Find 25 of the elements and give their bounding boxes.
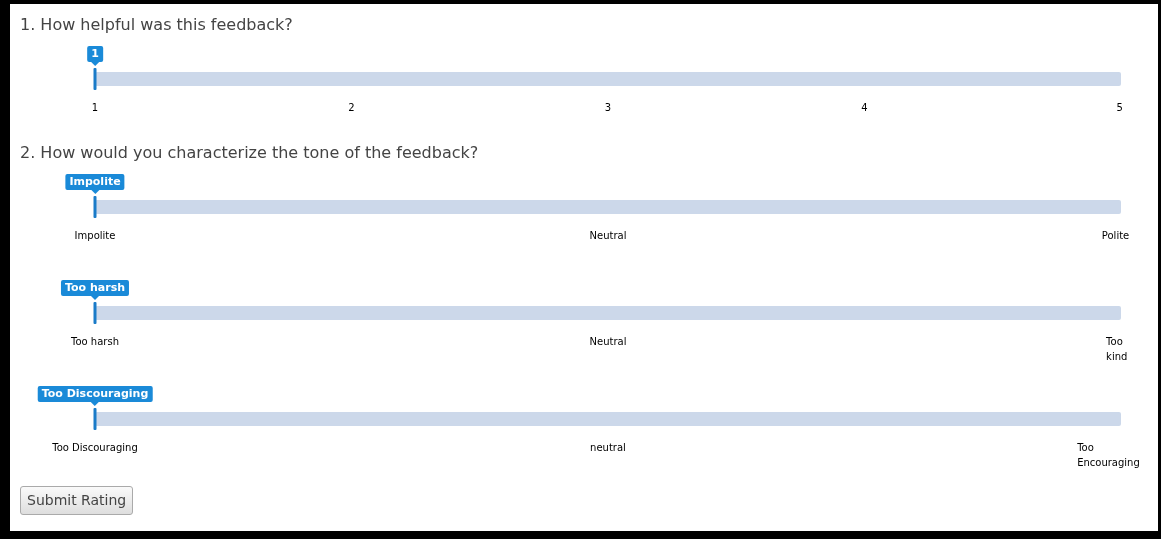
scale-label: 5 (1116, 101, 1123, 115)
value-tooltip: Impolite (65, 174, 125, 190)
scale-label: 1 (91, 101, 99, 115)
scale-label: Impolite (74, 229, 116, 243)
scale-label: Neutral (589, 229, 627, 243)
submit-button[interactable]: Submit Rating (20, 486, 134, 515)
scale-label: Neutral (589, 335, 627, 349)
value-tooltip: Too Discouraging (37, 386, 153, 402)
value-tooltip: Too harsh (61, 280, 129, 296)
scale-label: Too harsh (71, 335, 119, 349)
scale-label: neutral (590, 441, 626, 455)
slider-handle[interactable] (93, 68, 97, 90)
question-title: 1. How helpful was this feedback? (20, 14, 294, 36)
value-tooltip: 1 (87, 46, 103, 62)
scale-label: 2 (348, 101, 355, 115)
slider-handle[interactable] (93, 196, 97, 218)
scale-label: 4 (861, 101, 868, 115)
scale-label: Too kind (1106, 335, 1128, 364)
question-title: 2. How would you characterize the tone of the feedback? (20, 142, 480, 164)
scale-label: Polite (1101, 229, 1130, 243)
slider-handle[interactable] (93, 408, 97, 430)
scale-label: 3 (604, 101, 612, 115)
slider-handle[interactable] (93, 302, 97, 324)
scale-label: Too Discouraging (52, 441, 138, 455)
scale-label: Too Encouraging (1077, 441, 1140, 470)
